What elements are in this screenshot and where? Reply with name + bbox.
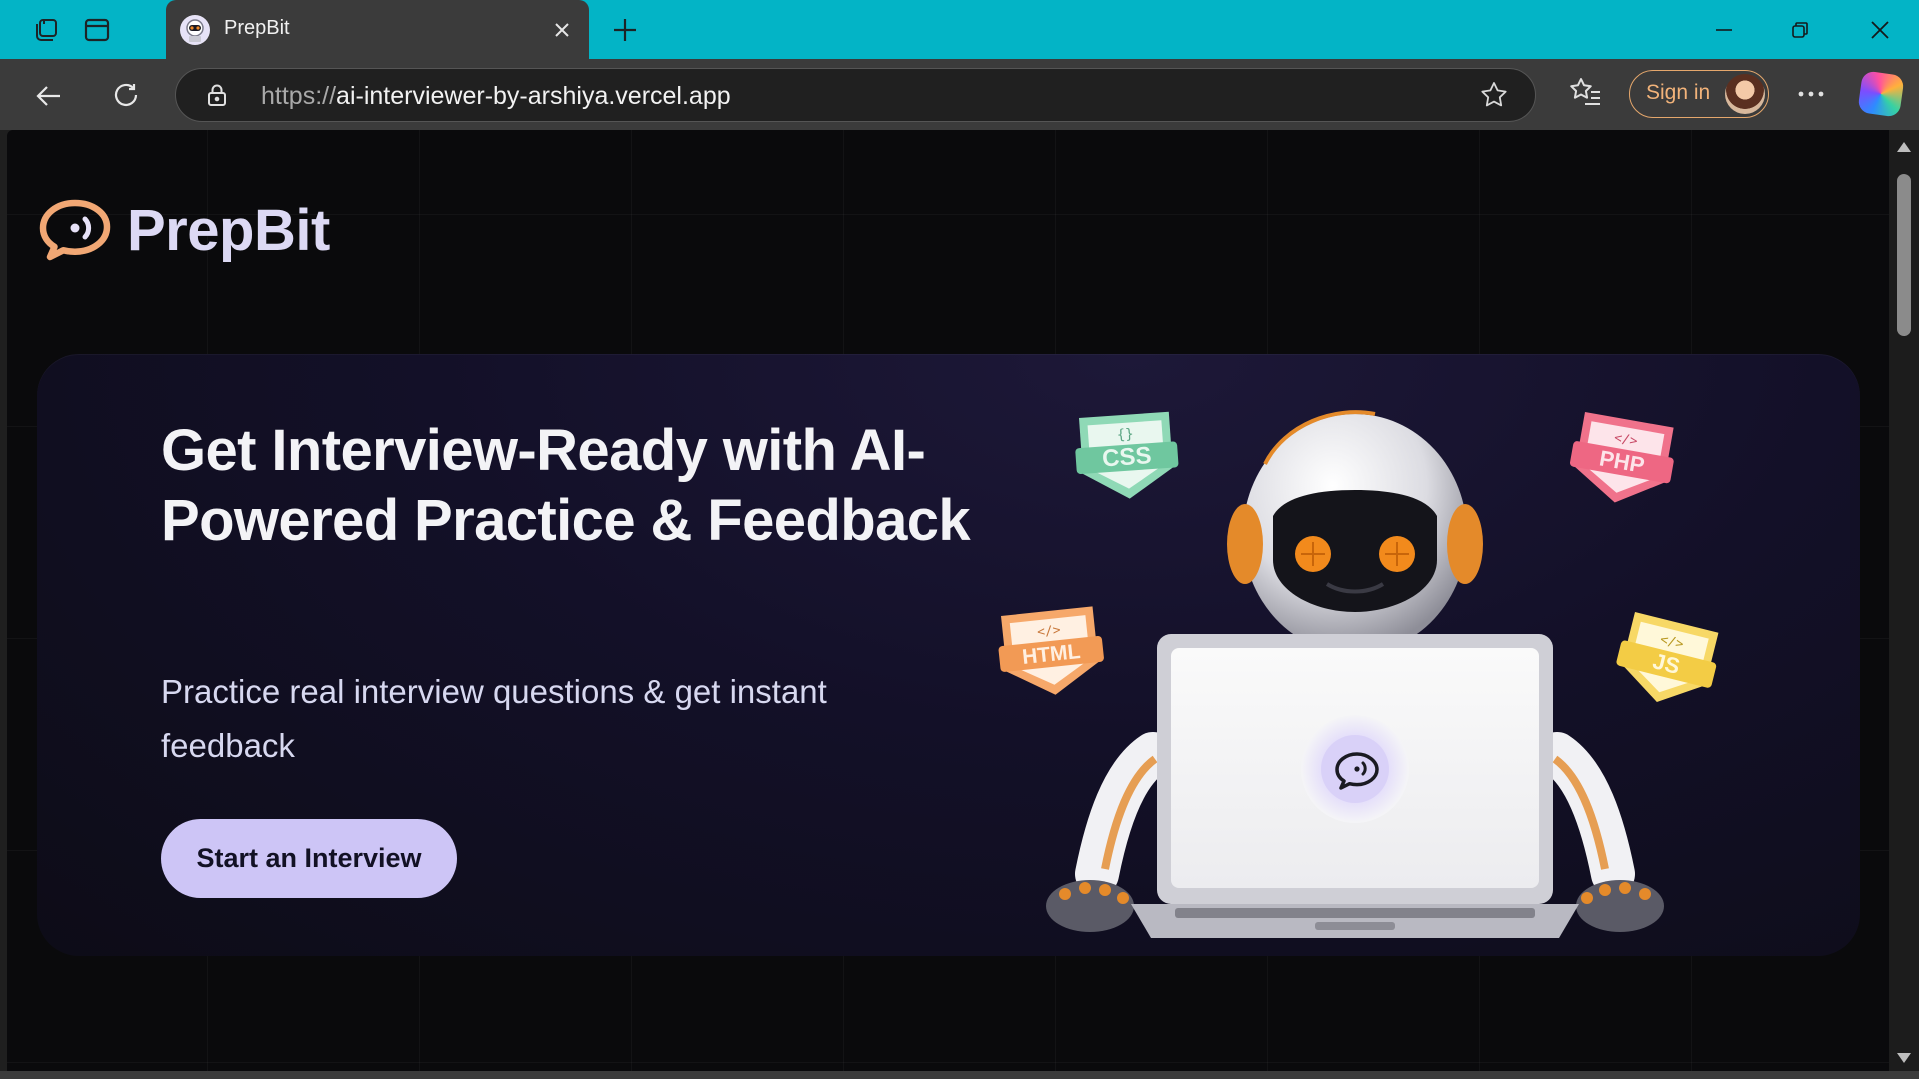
vertical-scrollbar[interactable] <box>1889 130 1919 1071</box>
more-icon[interactable] <box>1789 74 1833 114</box>
close-tab-icon[interactable] <box>547 15 577 45</box>
back-arrow-icon[interactable] <box>27 74 71 118</box>
restore-icon[interactable] <box>1770 10 1830 50</box>
hero-title: Get Interview-Ready with AI-Powered Prac… <box>161 418 971 553</box>
brand-logo[interactable]: PrepBit <box>35 194 330 266</box>
url-scheme: https:// <box>261 82 337 110</box>
css-badge-icon: CSS {} <box>1075 411 1179 499</box>
sign-in-button[interactable]: Sign in <box>1629 70 1769 118</box>
tab-prepbit[interactable]: PrepBit <box>166 0 589 59</box>
scroll-up-icon[interactable] <box>1897 142 1911 152</box>
page-viewport: PrepBit Get Interview-Ready with AI-Powe… <box>7 130 1889 1071</box>
sign-in-label: Sign in <box>1646 81 1711 104</box>
star-icon[interactable] <box>1479 80 1509 110</box>
css-badge-label: CSS <box>1101 442 1152 472</box>
scrollbar-thumb[interactable] <box>1897 174 1911 336</box>
robot-illustration: CSS {} PHP </> HTML </> JS </> <box>998 410 1719 938</box>
svg-text:{}: {} <box>1116 426 1134 443</box>
minimize-icon[interactable] <box>1694 10 1754 50</box>
start-interview-button[interactable]: Start an Interview <box>161 819 457 898</box>
svg-text:</>: </> <box>1036 623 1061 640</box>
js-badge-icon: JS </> <box>1616 612 1719 702</box>
url-text[interactable]: https://ai-interviewer-by-arshiya.vercel… <box>261 82 731 111</box>
workspaces-icon[interactable] <box>28 12 64 48</box>
prepbit-favicon <box>180 15 210 45</box>
browser-toolbar: https://ai-interviewer-by-arshiya.vercel… <box>0 59 1919 130</box>
chat-bubble-logo-icon <box>39 199 111 261</box>
window-bottom-edge <box>0 1071 1919 1079</box>
url-host: ai-interviewer-by-arshiya.vercel.app <box>336 82 731 110</box>
lock-icon[interactable] <box>204 82 230 108</box>
address-bar[interactable]: https://ai-interviewer-by-arshiya.vercel… <box>175 68 1536 122</box>
hero-card: Get Interview-Ready with AI-Powered Prac… <box>37 354 1860 956</box>
hero-subtitle: Practice real interview questions & get … <box>161 673 827 764</box>
plus-icon[interactable] <box>604 12 646 48</box>
tab-title: PrepBit <box>224 17 290 39</box>
close-icon[interactable] <box>1850 10 1910 50</box>
html-badge-icon: HTML </> <box>998 606 1104 695</box>
avatar <box>1725 74 1765 114</box>
tab-actions-icon[interactable] <box>79 12 115 48</box>
brand-name: PrepBit <box>127 197 330 263</box>
refresh-icon[interactable] <box>104 74 148 118</box>
copilot-icon[interactable] <box>1857 70 1905 118</box>
scroll-down-icon[interactable] <box>1897 1053 1911 1063</box>
favorites-icon[interactable] <box>1567 74 1607 114</box>
browser-titlebar: PrepBit <box>0 0 1919 59</box>
php-badge-icon: PHP </> <box>1570 412 1674 503</box>
